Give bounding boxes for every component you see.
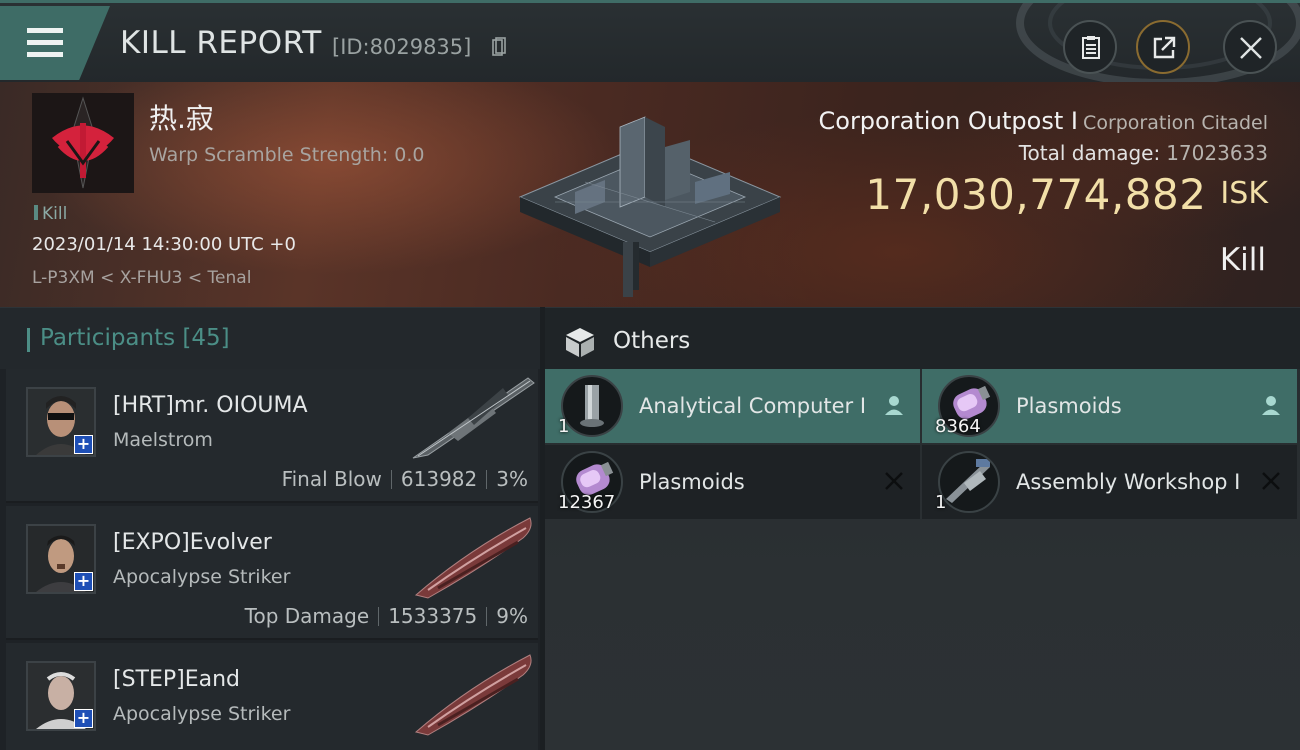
ship-group: Corporation Citadel — [1083, 112, 1268, 134]
pilot-ship: Maelstrom — [113, 429, 213, 451]
external-link-icon — [1153, 36, 1176, 59]
kill-tag-label: Kill — [42, 204, 68, 224]
close-button[interactable] — [1223, 20, 1277, 74]
item-quantity: 1 — [558, 416, 570, 437]
kill-summary-banner: 热.寂 Warp Scramble Strength: 0.0 Kill 202… — [0, 82, 1300, 307]
menu-icon-bar — [27, 40, 63, 45]
item-quantity: 1 — [935, 492, 947, 513]
stat-separator — [378, 607, 380, 626]
item-name: Plasmoids — [639, 470, 745, 494]
share-button[interactable] — [1136, 20, 1190, 74]
others-title: Others — [613, 328, 691, 354]
item-name: Assembly Workshop I — [1016, 470, 1241, 494]
others-panel: Others 1 Analytical Computer I 8364 Plas… — [545, 307, 1300, 750]
pilot-ship: Apocalypse Striker — [113, 566, 291, 588]
report-id: [ID:8029835] — [332, 35, 472, 59]
menu-icon — [27, 28, 63, 33]
participant-row[interactable]: + [EXPO]Evolver Apocalypse Striker Top D… — [6, 506, 538, 640]
pilot-portrait[interactable]: + — [26, 524, 96, 594]
participants-panel: Participants [45] + [HRT]mr. OIOUMA Mael… — [0, 307, 540, 750]
total-damage: Total damage: 17023633 — [1019, 141, 1268, 165]
top-bar: KILL REPORT [ID:8029835] — [0, 0, 1300, 85]
participants-header-accent — [27, 328, 30, 352]
kill-datetime: 2023/01/14 14:30:00 UTC +0 — [32, 234, 296, 255]
stat-separator — [486, 470, 488, 489]
item-name: Analytical Computer I — [639, 394, 867, 418]
kill-tag-marker — [34, 205, 38, 220]
person-icon — [885, 396, 903, 415]
item-card[interactable]: 12367 Plasmoids — [545, 445, 920, 519]
participant-stats: Top Damage 1533375 9% — [245, 604, 528, 628]
participant-role: Top Damage — [244, 604, 370, 628]
isk-unit: ISK — [1220, 176, 1268, 211]
hamburger-menu-button[interactable] — [0, 6, 110, 80]
report-button[interactable] — [1063, 20, 1117, 74]
stat-separator — [390, 470, 392, 489]
close-icon — [1240, 37, 1262, 59]
pilot-portrait[interactable]: + — [26, 387, 96, 457]
participants-title: Participants [45] — [40, 325, 230, 351]
person-icon — [1262, 396, 1280, 415]
victim-ship: Corporation Outpost I Corporation Citade… — [819, 107, 1269, 135]
structure-image — [518, 116, 782, 297]
pilot-name[interactable]: [STEP]Eand — [113, 667, 240, 692]
participant-row[interactable]: + [STEP]Eand Apocalypse Striker — [6, 643, 538, 750]
corporation-emblem-icon — [32, 93, 134, 193]
total-damage-value: 17023633 — [1166, 141, 1268, 165]
page-title: KILL REPORT — [120, 25, 322, 61]
plus-icon: + — [74, 435, 93, 454]
ship-icon — [414, 654, 532, 736]
participant-percent: 3% — [496, 467, 528, 491]
item-card[interactable]: 1 Analytical Computer I — [545, 369, 920, 443]
participant-stats: Final Blow 613982 3% — [282, 467, 528, 491]
stat-separator — [486, 607, 488, 626]
participants-count: [45] — [182, 325, 230, 351]
pilot-portrait[interactable]: + — [26, 661, 96, 731]
isk-value: 17,030,774,882 ISK — [865, 170, 1268, 219]
item-quantity: 12367 — [558, 492, 616, 513]
pilot-name[interactable]: [EXPO]Evolver — [113, 530, 272, 555]
item-name: Plasmoids — [1016, 394, 1122, 418]
victim-corporation-logo[interactable] — [32, 93, 134, 193]
menu-icon-bar — [27, 52, 63, 57]
ship-name[interactable]: Corporation Outpost I — [819, 107, 1078, 135]
item-quantity: 8364 — [935, 416, 981, 437]
isk-amount: 17,030,774,882 — [865, 170, 1207, 219]
computer-module-icon — [580, 385, 604, 427]
participant-role: Final Blow — [281, 467, 382, 491]
destroyed-x-icon — [885, 472, 903, 490]
clipboard-icon — [1082, 36, 1100, 59]
others-header: Others — [545, 307, 1300, 369]
kill-location[interactable]: L-P3XM < X-FHU3 < Tenal — [32, 268, 251, 288]
kill-tag: Kill — [34, 204, 67, 224]
plus-icon: + — [74, 709, 93, 728]
warp-scramble-strength: Warp Scramble Strength: 0.0 — [149, 144, 425, 166]
victim-name[interactable]: 热.寂 — [149, 97, 214, 137]
participant-damage: 1533375 — [388, 604, 478, 628]
participant-percent: 9% — [496, 604, 528, 628]
kill-result-label: Kill — [1219, 242, 1266, 278]
total-damage-label: Total damage: — [1018, 141, 1161, 165]
participant-row[interactable]: + [HRT]mr. OIOUMA Maelstrom Final Blow 61… — [6, 369, 538, 503]
ship-icon — [412, 377, 535, 459]
item-icon — [561, 375, 623, 437]
ship-icon — [414, 517, 532, 599]
item-card[interactable]: 8364 Plasmoids — [922, 369, 1297, 443]
item-card[interactable]: 1 Assembly Workshop I — [922, 445, 1297, 519]
participants-title-label: Participants — [40, 325, 176, 351]
copy-icon[interactable] — [492, 37, 506, 57]
destroyed-x-icon — [1262, 472, 1280, 490]
plus-icon: + — [74, 572, 93, 591]
assembly-workshop-icon — [946, 459, 990, 503]
cube-icon — [566, 328, 594, 357]
participants-header: Participants [45] — [0, 307, 540, 369]
item-icon — [938, 451, 1000, 513]
pilot-ship: Apocalypse Striker — [113, 703, 291, 725]
participant-damage: 613982 — [400, 467, 478, 491]
pilot-name[interactable]: [HRT]mr. OIOUMA — [113, 393, 308, 418]
